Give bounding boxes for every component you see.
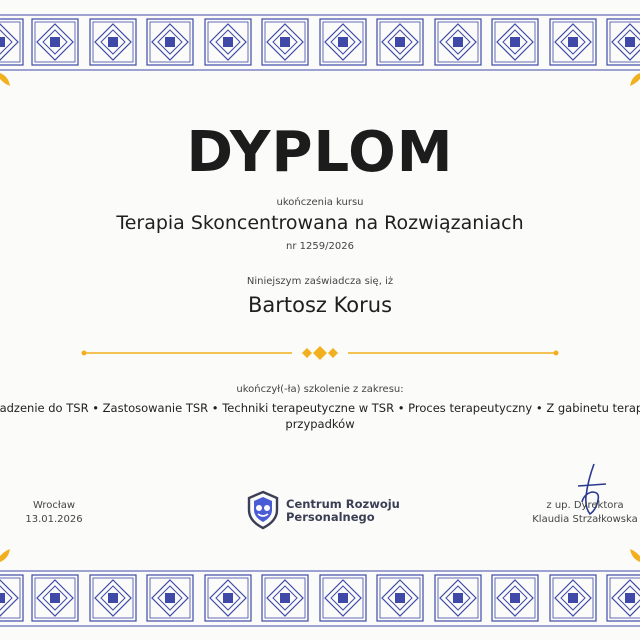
signer-role: z up. Dyrektora bbox=[546, 500, 624, 511]
gold-leaf-ornament-icon bbox=[0, 73, 10, 86]
gold-leaf-ornament-icon bbox=[0, 549, 10, 562]
signer-name: Klaudia Strzałkowska bbox=[532, 514, 638, 525]
brand-shield-icon bbox=[247, 490, 279, 530]
topics-list: Wprowadzenie do TSR • Zastosowanie TSR •… bbox=[0, 400, 640, 432]
gold-leaf-ornament-icon bbox=[630, 549, 640, 562]
completed-text: ukończył(-ła) szkolenie z zakresu: bbox=[236, 384, 404, 395]
place-date-block: Wrocław 13.01.2026 bbox=[10, 499, 98, 527]
logo-line-2: Personalnego bbox=[286, 510, 375, 524]
intro-text: Niniejszym zaświadcza się, iż bbox=[246, 276, 394, 287]
certificate-number: nr 1259/2026 bbox=[286, 241, 354, 252]
city: Wrocław bbox=[32, 500, 76, 511]
course-name: Terapia Skoncentrowana na Rozwiązaniach bbox=[116, 212, 524, 234]
logo-text: Centrum Rozwoju Personalnego bbox=[286, 498, 400, 524]
diamond-divider-icon bbox=[81, 346, 559, 360]
signer-block: z up. Dyrektora Klaudia Strzałkowska bbox=[520, 499, 640, 527]
course-subtitle: ukończenia kursu bbox=[276, 197, 364, 208]
topics-line-1: Wprowadzenie do TSR • Zastosowanie TSR •… bbox=[0, 401, 640, 415]
organization-logo: Centrum Rozwoju Personalnego bbox=[246, 490, 416, 530]
topics-line-2: przypadków bbox=[285, 417, 355, 431]
recipient-name: Bartosz Korus bbox=[247, 293, 393, 317]
bottom-border-pattern bbox=[0, 570, 640, 627]
diploma-title: DYPLOM bbox=[186, 120, 454, 185]
gold-leaf-ornament-icon bbox=[630, 73, 640, 86]
issue-date: 13.01.2026 bbox=[25, 514, 83, 525]
top-border-pattern bbox=[0, 14, 640, 71]
certificate-page: DYPLOM ukończenia kursu Terapia Skoncent… bbox=[0, 0, 640, 640]
